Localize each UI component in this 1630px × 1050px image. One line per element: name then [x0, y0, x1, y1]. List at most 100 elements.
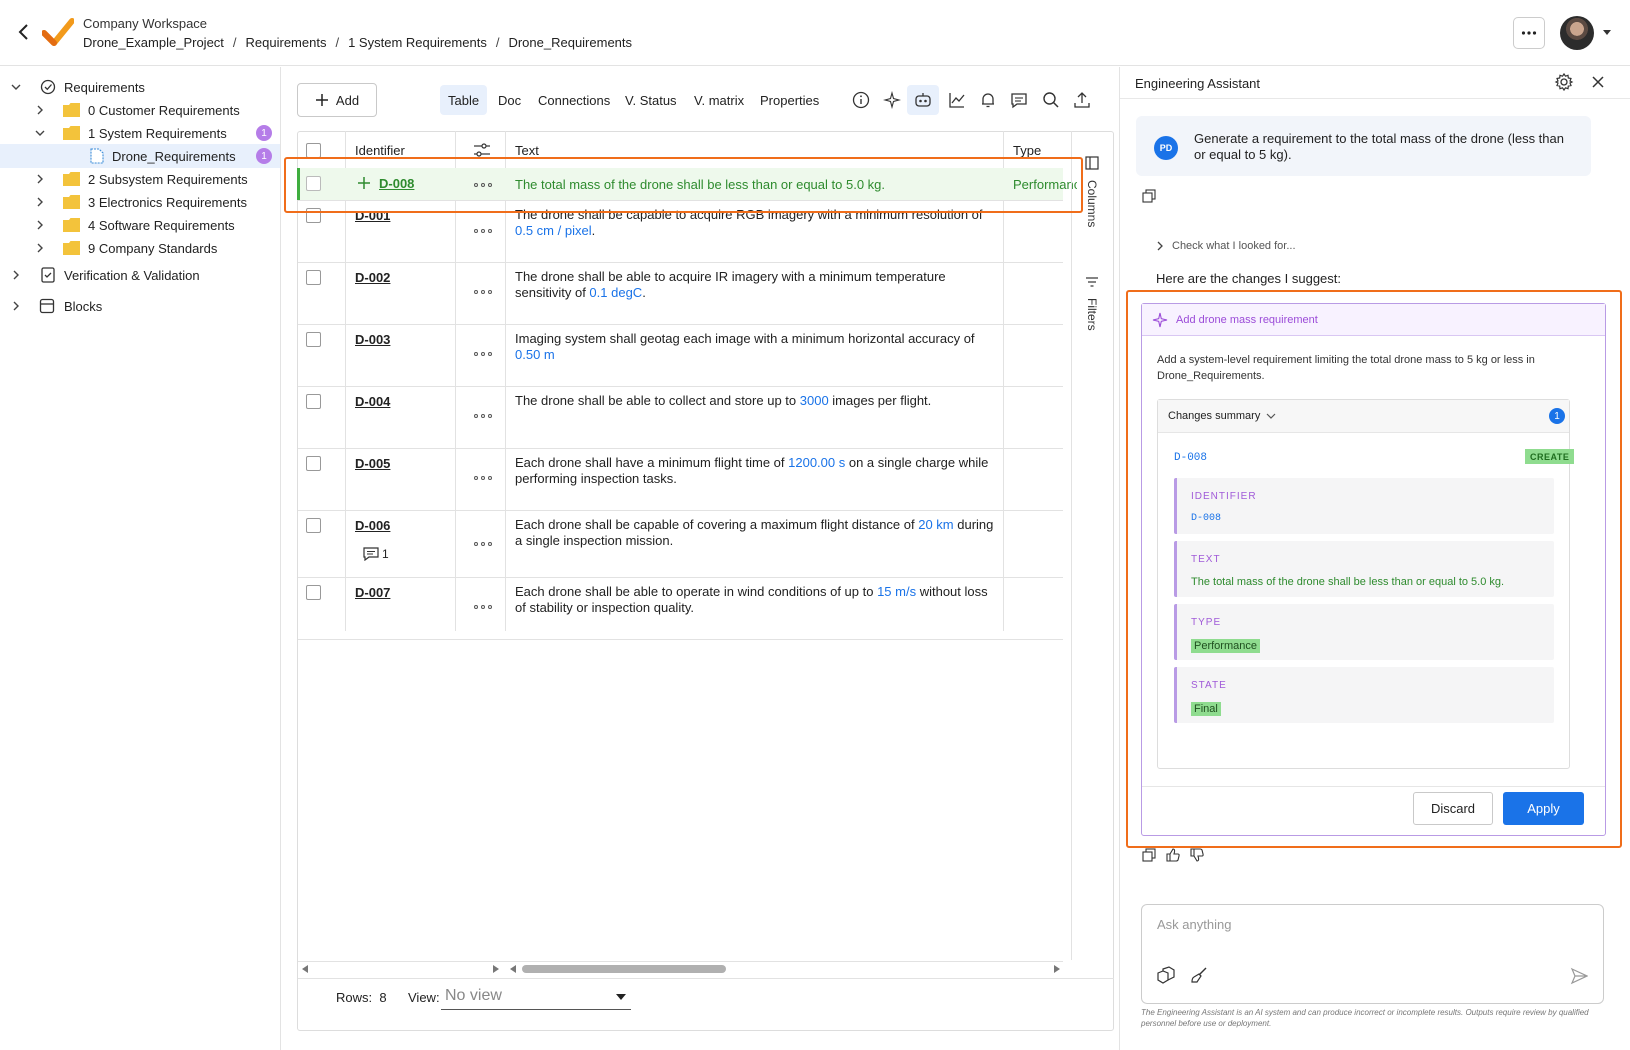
tree-item-blocks[interactable]: Blocks — [0, 294, 280, 318]
gear-icon[interactable] — [1554, 72, 1574, 92]
row-identifier[interactable]: D-006 — [355, 518, 390, 533]
columns-tab[interactable]: Columns — [1085, 180, 1099, 227]
tab-doc[interactable]: Doc — [490, 85, 529, 115]
scroll-left-icon[interactable] — [302, 965, 308, 973]
breadcrumb-system-requirements[interactable]: 1 System Requirements — [348, 35, 487, 50]
chevron-right-icon[interactable] — [10, 300, 22, 312]
copy-icon[interactable] — [1142, 848, 1158, 864]
column-settings-icon[interactable] — [473, 142, 491, 158]
chevron-down-icon[interactable] — [10, 81, 22, 93]
row-identifier[interactable]: D-005 — [355, 456, 390, 471]
column-header-type[interactable]: Type — [1013, 143, 1041, 158]
row-identifier[interactable]: D-002 — [355, 270, 390, 285]
search-icon[interactable] — [1039, 88, 1063, 112]
filter-icon[interactable] — [1085, 276, 1099, 288]
robot-icon[interactable] — [907, 85, 939, 115]
row-text[interactable]: Each drone shall be able to operate in w… — [515, 584, 995, 616]
column-header-identifier[interactable]: Identifier — [355, 143, 405, 158]
chevron-right-icon — [1157, 241, 1163, 251]
more-options-button[interactable] — [1513, 17, 1545, 49]
bell-icon[interactable] — [976, 88, 1000, 112]
tree-item-verification-validation[interactable]: Verification & Validation — [0, 263, 280, 287]
tab-table[interactable]: Table — [440, 85, 488, 115]
row-text[interactable]: The drone shall be able to collect and s… — [515, 393, 995, 409]
scroll-right-icon[interactable] — [1054, 965, 1060, 973]
check-looked-for-toggle[interactable]: Check what I looked for... — [1156, 240, 1296, 252]
workspace-name[interactable]: Company Workspace — [83, 16, 207, 31]
thumbs-up-icon[interactable] — [1166, 848, 1182, 864]
row-checkbox[interactable] — [306, 332, 321, 347]
thumbs-down-icon[interactable] — [1190, 848, 1206, 864]
columns-icon[interactable] — [1085, 156, 1099, 170]
column-header-text[interactable]: Text — [515, 143, 539, 158]
sparkle-icon[interactable] — [880, 88, 904, 112]
tree-item-electronics-requirements[interactable]: 3 Electronics Requirements — [0, 190, 280, 214]
chevron-right-icon[interactable] — [34, 219, 46, 231]
info-icon[interactable] — [849, 88, 873, 112]
chevron-right-icon[interactable] — [34, 173, 46, 185]
row-checkbox[interactable] — [306, 585, 321, 600]
close-icon[interactable] — [1590, 74, 1606, 90]
chevron-down-icon[interactable] — [34, 127, 46, 139]
row-text[interactable]: Each drone shall be capable of covering … — [515, 517, 995, 549]
row-identifier[interactable]: D-004 — [355, 394, 390, 409]
row-actions-icon[interactable] — [474, 290, 494, 296]
row-actions-icon[interactable] — [474, 605, 494, 611]
scroll-right-icon[interactable] — [493, 965, 499, 973]
caret-down-icon[interactable] — [616, 994, 626, 1000]
upload-icon[interactable] — [1070, 88, 1094, 112]
tab-properties[interactable]: Properties — [752, 85, 827, 115]
row-text[interactable]: Each drone shall have a minimum flight t… — [515, 455, 995, 487]
tab-v-status[interactable]: V. Status — [617, 85, 685, 115]
back-arrow-icon[interactable] — [14, 22, 34, 42]
row-checkbox[interactable] — [306, 518, 321, 533]
tree-label: Drone_Requirements — [112, 148, 236, 164]
chevron-right-icon[interactable] — [34, 196, 46, 208]
chevron-right-icon[interactable] — [10, 269, 22, 281]
tab-connections[interactable]: Connections — [530, 85, 618, 115]
comment-count[interactable]: 1 — [363, 547, 389, 561]
row-text[interactable]: Imaging system shall geotag each image w… — [515, 331, 995, 363]
scrollbar-thumb[interactable] — [522, 965, 726, 973]
tree-item-system-requirements[interactable]: 1 System Requirements 1 — [0, 121, 280, 145]
chevron-right-icon[interactable] — [34, 104, 46, 116]
breadcrumb-project[interactable]: Drone_Example_Project — [83, 35, 224, 50]
folder-icon — [63, 195, 80, 209]
context-cube-icon[interactable] — [1157, 966, 1175, 984]
brush-icon[interactable] — [1190, 966, 1208, 984]
tree-item-software-requirements[interactable]: 4 Software Requirements — [0, 213, 280, 237]
ask-input[interactable] — [1157, 917, 1577, 932]
send-icon[interactable] — [1570, 967, 1588, 985]
user-avatar[interactable] — [1560, 16, 1594, 50]
tree-item-requirements[interactable]: Requirements — [0, 75, 280, 99]
comment-icon — [363, 547, 379, 561]
row-identifier[interactable]: D-003 — [355, 332, 390, 347]
chevron-right-icon[interactable] — [34, 242, 46, 254]
tab-v-matrix[interactable]: V. matrix — [686, 85, 752, 115]
row-checkbox[interactable] — [306, 270, 321, 285]
tree-item-drone-requirements[interactable]: Drone_Requirements 1 — [0, 144, 280, 168]
row-actions-icon[interactable] — [474, 352, 494, 358]
chart-icon[interactable] — [945, 88, 969, 112]
row-checkbox[interactable] — [306, 394, 321, 409]
breadcrumb-requirements[interactable]: Requirements — [246, 35, 327, 50]
scroll-left-icon[interactable] — [510, 965, 516, 973]
view-select[interactable]: No view — [441, 982, 631, 1010]
row-checkbox[interactable] — [306, 456, 321, 471]
caret-down-icon[interactable] — [1603, 30, 1611, 35]
row-identifier[interactable]: D-007 — [355, 585, 390, 600]
tree-item-subsystem-requirements[interactable]: 2 Subsystem Requirements — [0, 167, 280, 191]
add-button[interactable]: Add — [297, 83, 377, 117]
filters-tab[interactable]: Filters — [1085, 298, 1099, 331]
breadcrumb-drone-requirements[interactable]: Drone_Requirements — [508, 35, 632, 50]
row-actions-icon[interactable] — [474, 476, 494, 482]
tree-item-company-standards[interactable]: 9 Company Standards — [0, 236, 280, 260]
tree-item-customer-requirements[interactable]: 0 Customer Requirements — [0, 98, 280, 122]
row-text[interactable]: The drone shall be able to acquire IR im… — [515, 269, 995, 301]
row-actions-icon[interactable] — [474, 229, 494, 235]
copy-icon[interactable] — [1142, 189, 1156, 203]
row-actions-icon[interactable] — [474, 414, 494, 420]
comment-icon[interactable] — [1007, 88, 1031, 112]
row-actions-icon[interactable] — [474, 542, 494, 548]
select-all-checkbox[interactable] — [306, 143, 321, 158]
